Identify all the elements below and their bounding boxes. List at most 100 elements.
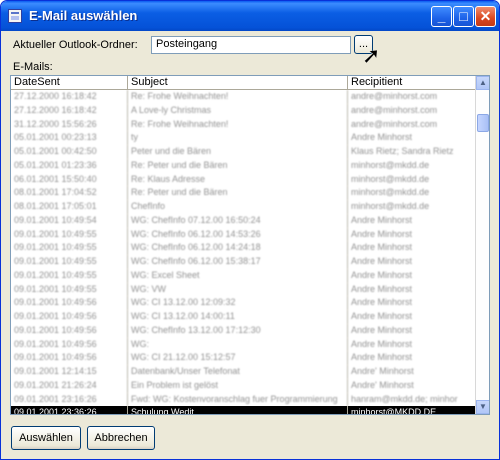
cell-date: 09.01.2001 21:26:24 [11,378,128,393]
email-list[interactable]: DateSent Subject Recipitient 27.12.2000 … [10,75,490,415]
cell-recipient: minhorst@mkdd.de [351,173,430,184]
cell-date: 09.01.2001 10:49:55 [11,268,128,283]
list-item[interactable]: 09.01.2001 10:49:55 WG: ChefInfo 06.12.00… [11,255,477,269]
cell-subject: WG: CI 21.12.00 15:12:57 [128,351,348,365]
cell-date: 09.01.2001 10:49:55 [11,227,128,242]
list-item[interactable]: 09.01.2001 23:16:26 Fwd: WG: Kostenvorans… [11,392,477,407]
cell-date: 27.12.2000 16:18:42 [11,103,128,118]
list-item[interactable]: 09.01.2001 10:49:55 WG: ChefInfo 06.12.00… [11,227,477,242]
cell-subject: Schulung Wedit [128,406,348,414]
list-item[interactable]: 27.12.2000 16:18:42 A Love-ly Christmas an… [11,103,477,118]
cell-date: 08.01.2001 17:04:52 [11,186,128,200]
column-header-subject[interactable]: Subject [128,76,348,89]
minimize-button[interactable]: _ [431,6,452,27]
list-item[interactable]: 31.12.2000 15:56:26 Re: Frohe Weihnachten… [11,117,477,132]
cell-recipient: andre@minhorst.com [351,118,438,129]
list-item[interactable]: 09.01.2001 21:26:24 Ein Problem ist gelös… [11,378,477,393]
maximize-button[interactable]: □ [453,6,474,27]
cell-date: 05.01.2001 00:23:13 [11,131,128,145]
cell-recipient: Andre Minhorst [351,297,413,308]
cell-subject: ChefInfo [128,200,348,214]
cancel-button[interactable]: Abbrechen [87,426,155,450]
list-item[interactable]: 05.01.2001 01:23:36 Re: Peter und die Bär… [11,158,477,173]
cell-subject: Peter und die Bären [128,145,348,159]
folder-label: Aktueller Outlook-Ordner: [13,39,138,51]
cell-recipient: Andre' Minhorst [351,366,414,376]
cell-date: 08.01.2001 17:05:01 [11,200,128,214]
list-header: DateSent Subject Recipitient [11,76,477,90]
cell-subject: A Love-ly Christmas [128,103,348,118]
cell-date: 05.01.2001 01:23:36 [11,158,128,173]
list-item[interactable]: 27.12.2000 16:18:42 Re: Frohe Weihnachten… [11,90,477,104]
cell-subject: WG: ChefInfo 06.12.00 14:24:18 [128,241,348,255]
list-item[interactable]: 09.01.2001 23:36:26 Schulung Wedit minhors… [11,406,477,415]
cell-subject: WG: ChefInfo 07.12.00 16:50:24 [128,213,348,228]
list-item[interactable]: 09.01.2001 12:14:15 Datenbank/Unser Telef… [11,365,477,379]
cell-recipient: minhorst@mkdd.de [351,159,430,170]
cell-date: 09.01.2001 10:49:56 [11,296,128,310]
list-item[interactable]: 09.01.2001 10:49:55 WG: Excel Sheet Andre … [11,268,477,283]
cell-date: 09.01.2001 10:49:56 [11,323,128,338]
cell-recipient: Andre Minhorst [351,352,413,363]
cell-recipient: Andre Minhorst [351,132,413,143]
folder-field[interactable]: Posteingang [151,36,351,54]
cell-recipient: Andre Minhorst [351,324,413,335]
list-item[interactable]: 08.01.2001 17:05:01 ChefInfo minhorst@mkdd… [11,200,477,214]
cell-date: 09.01.2001 23:36:26 [11,406,128,414]
cell-date: 31.12.2000 15:56:26 [11,117,128,132]
form-icon [8,9,22,23]
list-item[interactable]: 09.01.2001 10:49:55 WG: ChefInfo 06.12.00… [11,241,477,255]
column-header-datesent[interactable]: DateSent [11,76,128,89]
list-item[interactable]: 08.01.2001 17:04:52 Re: Peter und die Bär… [11,186,477,200]
cell-subject: WG: ChefInfo 13.12.00 17:12:30 [128,323,348,338]
mouse-pointer-icon: ➚ [362,43,381,68]
cell-recipient: minhorst@mkdd.de [351,187,430,198]
scroll-thumb[interactable] [477,114,489,132]
cell-subject: Fwd: WG: Kostenvoranschlag fuer Programm… [128,392,348,407]
close-button[interactable]: ✕ [475,6,496,27]
cell-subject: Ein Problem ist gelöst [128,378,348,393]
list-item[interactable]: 09.01.2001 10:49:55 WG: VW Andre Minhorst [11,282,477,297]
list-item[interactable]: 06.01.2001 15:50:40 Re: Klaus Adresse minh… [11,172,477,187]
cell-date: 09.01.2001 10:49:54 [11,213,128,228]
cell-date: 09.01.2001 10:49:56 [11,337,128,352]
cell-subject: ty [128,131,348,145]
cell-recipient: Andre Minhorst [351,256,413,266]
cell-recipient: Andre Minhorst [351,311,413,321]
cell-date: 09.01.2001 10:49:56 [11,310,128,324]
cell-recipient: Andre' Minhorst [351,379,414,390]
cell-recipient: andre@minhorst.com [351,91,438,101]
cell-subject: WG: VW [128,282,348,297]
cell-subject: WG: CI 13.12.00 14:00:11 [128,310,348,324]
cell-subject: WG: [128,337,348,352]
list-item[interactable]: 05.01.2001 00:23:13 ty Andre Minhorst [11,131,477,145]
list-item[interactable]: 09.01.2001 10:49:56 WG: Andre Minhorst [11,337,477,352]
select-button[interactable]: Auswählen [11,426,81,450]
cell-subject: Re: Frohe Weihnachten! [128,117,348,132]
cell-subject: Re: Peter und die Bären [128,158,348,173]
cell-recipient: Andre Minhorst [351,214,413,225]
cell-subject: WG: ChefInfo 06.12.00 14:53:26 [128,227,348,242]
cell-recipient: Andre Minhorst [351,269,413,280]
list-item[interactable]: 09.01.2001 10:49:56 WG: CI 21.12.00 15:12… [11,351,477,365]
cell-subject: Re: Peter und die Bären [128,186,348,200]
cell-recipient: Andre Minhorst [351,283,413,294]
cell-recipient: andre@minhorst.com [351,104,438,115]
list-item[interactable]: 09.01.2001 10:49:54 WG: ChefInfo 07.12.00… [11,213,477,228]
column-header-recipient[interactable]: Recipitient [348,76,478,89]
list-item[interactable]: 09.01.2001 10:49:56 WG: CI 13.12.00 14:00… [11,310,477,324]
cell-date: 05.01.2001 00:42:50 [11,145,128,159]
title-bar[interactable]: E-Mail auswählen _ □ ✕ [1,1,499,31]
list-item[interactable]: 05.01.2001 00:42:50 Peter und die Bären Kl… [11,145,477,159]
scroll-up-arrow-icon[interactable]: ▲ [476,76,489,90]
cell-recipient: minhorst@MKDD.DE [351,407,437,415]
list-item[interactable]: 09.01.2001 10:49:56 WG: CI 13.12.00 12:09… [11,296,477,310]
cell-recipient: Andre Minhorst [351,338,413,349]
email-select-dialog: E-Mail auswählen _ □ ✕ Aktueller Outlook… [0,0,500,460]
cell-subject: WG: Excel Sheet [128,268,348,283]
vertical-scrollbar[interactable]: ▲ ▼ [475,76,489,414]
cell-recipient: Klaus Rietz; Sandra Rietz [351,146,454,156]
scroll-down-arrow-icon[interactable]: ▼ [476,400,489,414]
list-item[interactable]: 09.01.2001 10:49:56 WG: ChefInfo 13.12.00… [11,323,477,338]
window-title: E-Mail auswählen [29,8,138,23]
